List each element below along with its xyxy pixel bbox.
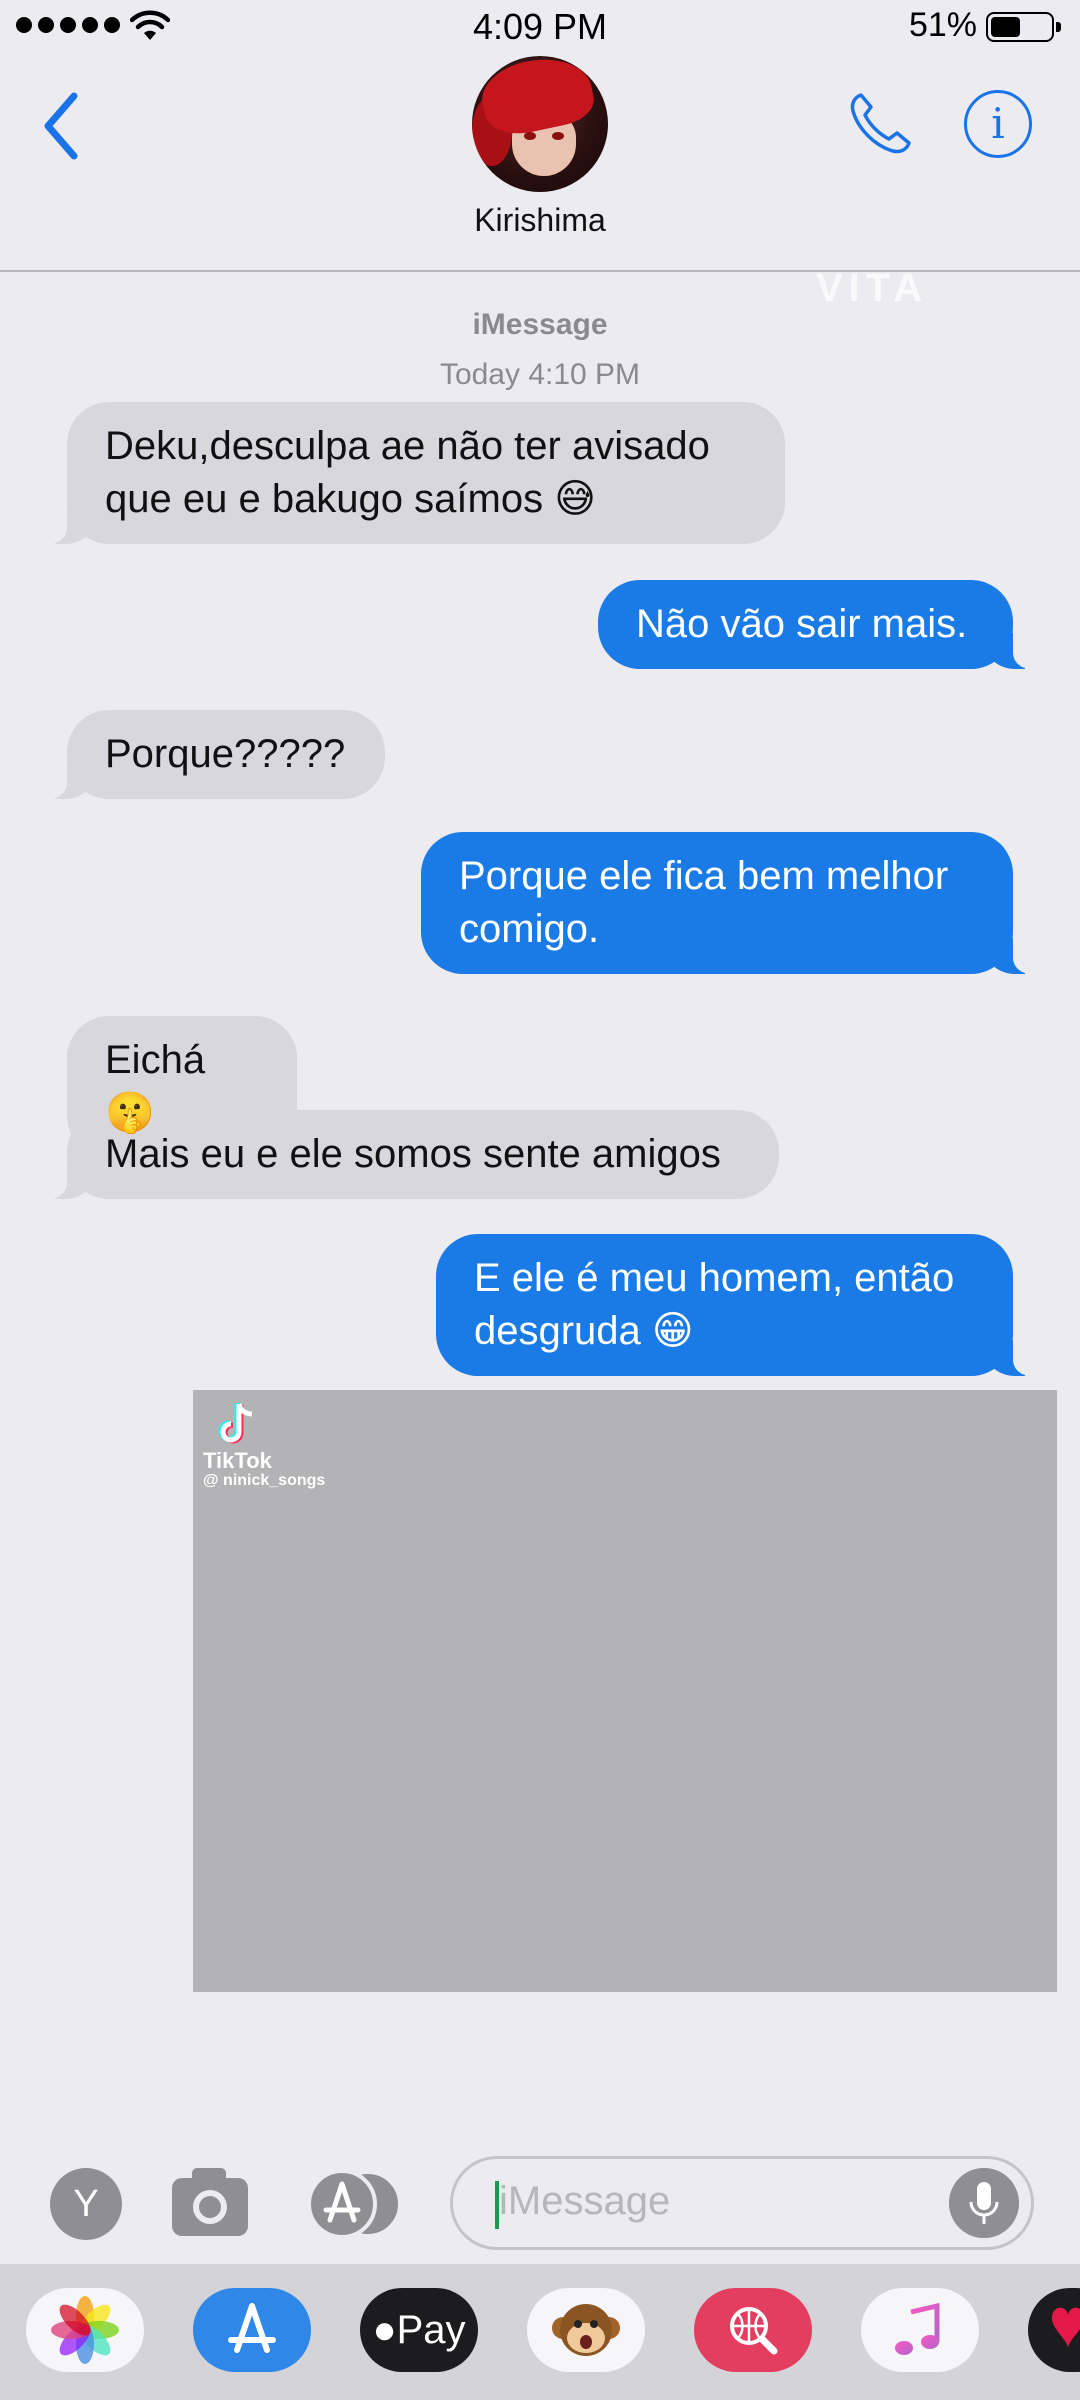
apple-pay-label: Pay [396, 2308, 466, 2352]
tiktok-brand: TikTok [203, 1448, 272, 1473]
status-bar: 4:09 PM 51% [0, 0, 1080, 56]
heart-icon [1051, 2307, 1080, 2348]
message-bubble-incoming[interactable]: Porque????? [41, 710, 385, 799]
message-text: E ele é meu homem, então desgruda 😁 [474, 1256, 955, 1353]
message-timestamp: Today 4:10 PM [439, 358, 641, 391]
apple-pay-app-button[interactable]: ●Pay [360, 2288, 478, 2372]
back-button[interactable] [38, 86, 88, 166]
message-bubble-outgoing[interactable]: Não vão sair mais. [598, 580, 1039, 669]
contact-avatar[interactable] [472, 56, 608, 192]
photos-icon [51, 2296, 119, 2364]
conversation-header: Kirishima i [0, 56, 1080, 272]
imessage-app-drawer: ●Pay [0, 2264, 1080, 2400]
tiktok-icon [218, 1403, 253, 1444]
app-store-app-button[interactable] [193, 2288, 311, 2372]
message-text: Não vão sair mais. [636, 602, 968, 646]
app-store-icon [228, 2303, 276, 2353]
battery-icon [986, 12, 1061, 42]
app-store-icon[interactable] [306, 2168, 406, 2240]
camera-icon[interactable] [168, 2162, 252, 2242]
contact-name[interactable]: Kirishima [0, 202, 1080, 239]
monkey-icon [552, 2304, 620, 2356]
message-placeholder: iMessage [499, 2179, 671, 2223]
web-search-app-button[interactable] [694, 2288, 812, 2372]
info-button[interactable]: i [964, 90, 1032, 158]
message-text: Porque????? [105, 732, 346, 776]
message-bubble-incoming[interactable]: Deku,desculpa ae não ter avisado que eu … [41, 402, 785, 544]
apple-logo-icon: ● [372, 2308, 397, 2352]
tiktok-username: @ ninick_songs [203, 1472, 326, 1489]
message-bubble-incoming[interactable]: Mais eu e ele somos sente amigos [41, 1110, 779, 1199]
message-input[interactable]: iMessage [450, 2156, 1034, 2250]
globe-search-icon [730, 2307, 778, 2355]
memoji-app-button[interactable] [527, 2288, 645, 2372]
message-bubble-outgoing[interactable]: E ele é meu homem, então desgruda 😁 [436, 1234, 1039, 1376]
battery-percent: 51% [908, 6, 977, 44]
digital-touch-app-button[interactable] [1028, 2288, 1080, 2372]
photos-app-button[interactable] [26, 2288, 144, 2372]
message-text: Deku,desculpa ae não ter avisado que eu … [105, 424, 710, 521]
message-text: Mais eu e ele somos sente amigos [105, 1132, 721, 1176]
y-button[interactable]: Y [50, 2168, 122, 2240]
video-watermark: VITA [816, 266, 929, 310]
phone-icon[interactable] [845, 89, 915, 159]
message-bubble-outgoing[interactable]: Porque ele fica bem melhor comigo. [421, 832, 1039, 974]
music-note-icon [895, 2302, 940, 2355]
microphone-icon[interactable] [949, 2168, 1019, 2238]
video-attachment[interactable]: TikTok @ ninick_songs [193, 1390, 1057, 1992]
message-text: Porque ele fica bem melhor comigo. [459, 854, 949, 951]
service-label: iMessage [472, 308, 608, 341]
music-app-button[interactable] [861, 2288, 979, 2372]
compose-bar: Y iMessage [0, 2150, 1080, 2260]
